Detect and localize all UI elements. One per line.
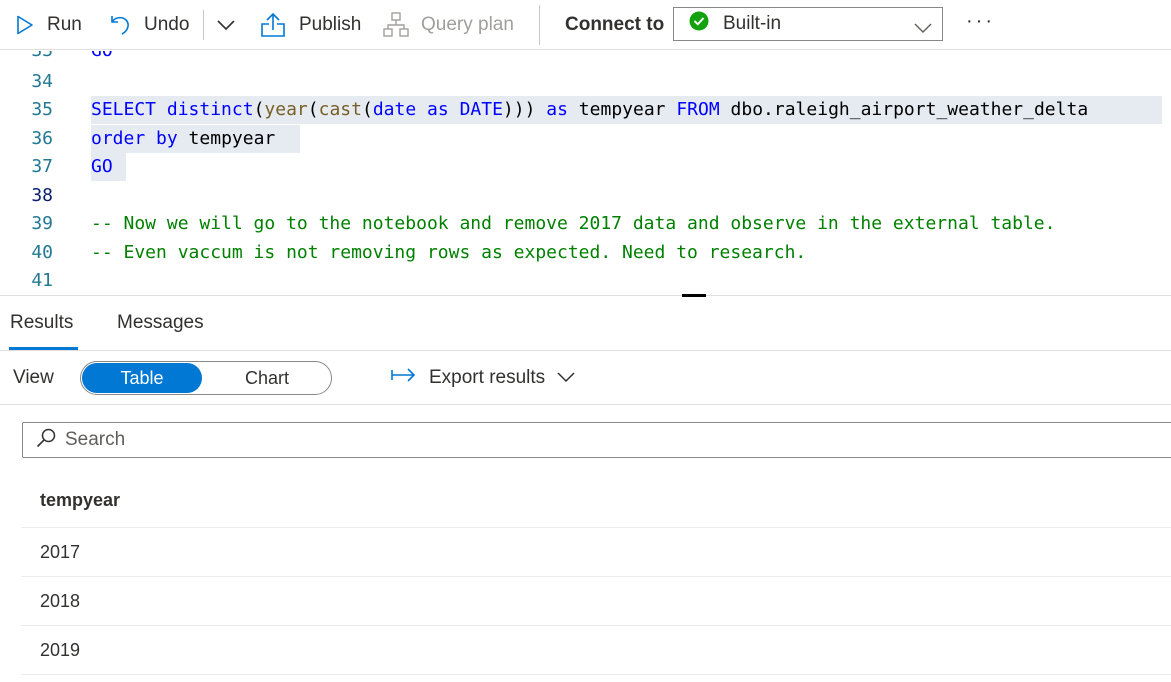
code-text: GO [91, 153, 126, 181]
check-circle-icon [689, 11, 709, 37]
chevron-down-icon [914, 18, 932, 40]
run-label: Run [47, 13, 82, 35]
export-results-label: Export results [429, 367, 546, 388]
code-line: 41 [0, 267, 1171, 295]
undo-dropdown-button[interactable] [216, 0, 236, 50]
connection-value: Built-in [723, 13, 782, 34]
line-number: 34 [31, 71, 53, 92]
search-icon [36, 428, 56, 453]
view-label: View [13, 367, 54, 388]
active-tab-indicator [9, 347, 78, 350]
line-number: 35 [31, 99, 53, 120]
search-input[interactable] [65, 429, 1145, 451]
toolbar-divider [203, 10, 204, 40]
line-number: 40 [31, 242, 53, 263]
chevron-down-icon [216, 19, 236, 31]
undo-icon [108, 13, 132, 37]
table-row[interactable]: 2018 [21, 577, 1171, 626]
hierarchy-icon [383, 11, 409, 38]
code-comment: -- Even vaccum is not removing rows as e… [91, 242, 807, 263]
upload-icon [260, 12, 286, 38]
undo-label: Undo [144, 13, 190, 35]
results-grid: tempyear 2017 2018 2019 [21, 472, 1171, 675]
code-comment: -- Now we will go to the notebook and re… [91, 213, 1056, 234]
column-header-tempyear[interactable]: tempyear [21, 472, 1171, 528]
view-bar: View Table Chart Export results [0, 352, 1171, 405]
line-number: 39 [31, 213, 53, 234]
code-line: 40 -- Even vaccum is not removing rows a… [0, 239, 1171, 268]
more-options-button[interactable]: ··· [966, 10, 995, 33]
publish-label: Publish [299, 13, 362, 35]
view-toggle: Table Chart [80, 361, 332, 395]
run-button[interactable]: Run [16, 0, 82, 50]
code-line: 36 order by tempyear [0, 125, 1171, 154]
line-number: 36 [31, 128, 53, 149]
code-text: GO [91, 51, 113, 65]
undo-button[interactable]: Undo [108, 0, 189, 50]
toolbar: Run Undo Publish Query plan Connect to B… [0, 0, 1171, 50]
results-search-box [22, 422, 1171, 458]
results-tabs: Results Messages [0, 296, 1171, 351]
query-plan-label: Query plan [421, 13, 514, 35]
connection-select[interactable]: Built-in [673, 7, 943, 41]
play-icon [16, 15, 34, 35]
line-number: 37 [31, 156, 53, 177]
export-results-button[interactable]: Export results [380, 352, 586, 404]
code-line: 38 [0, 182, 1171, 211]
code-editor[interactable]: 33 GO 34 35 SELECT distinct(year(cast(da… [0, 51, 1171, 295]
view-option-table[interactable]: Table [82, 363, 202, 393]
query-plan-button[interactable]: Query plan [383, 0, 514, 50]
toolbar-divider [539, 5, 540, 45]
code-line: 39 -- Now we will go to the notebook and… [0, 210, 1171, 239]
code-text: SELECT distinct(year(cast(date as DATE))… [91, 96, 1162, 124]
chevron-down-icon [557, 367, 575, 389]
table-row[interactable]: 2019 [21, 626, 1171, 675]
tab-messages[interactable]: Messages [117, 312, 204, 334]
code-line: 37 GO [0, 153, 1171, 182]
code-line: 35 SELECT distinct(year(cast(date as DAT… [0, 96, 1171, 125]
code-line: 34 [0, 68, 1171, 97]
publish-button[interactable]: Publish [260, 0, 361, 50]
export-arrow-icon [391, 367, 417, 389]
table-row[interactable]: 2017 [21, 528, 1171, 577]
tab-results[interactable]: Results [10, 312, 73, 334]
line-number: 38 [31, 185, 53, 206]
code-text: order by tempyear [91, 125, 300, 153]
line-number: 41 [31, 270, 53, 291]
connect-to-label: Connect to [565, 14, 665, 35]
code-line: 33 GO [0, 51, 1171, 66]
line-number: 33 [0, 51, 53, 65]
view-option-chart[interactable]: Chart [206, 363, 328, 393]
